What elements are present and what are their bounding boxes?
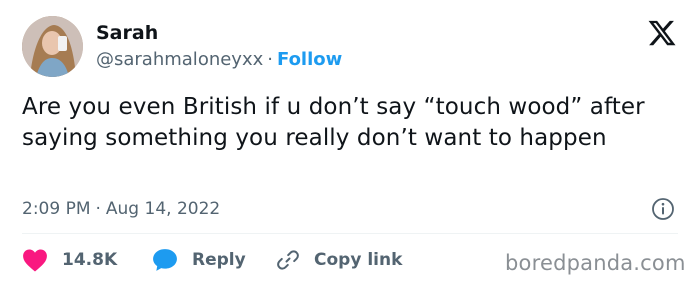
tweet-timestamp[interactable]: 2:09 PM · Aug 14, 2022 bbox=[22, 198, 220, 220]
copy-link-button[interactable]: Copy link bbox=[276, 246, 402, 274]
copy-link-label: Copy link bbox=[314, 250, 403, 270]
meta-separator: · bbox=[95, 199, 101, 219]
tweet-text: Are you even British if u don’t say “tou… bbox=[22, 94, 645, 151]
speech-bubble-icon bbox=[153, 249, 177, 271]
avatar-photo bbox=[22, 16, 83, 77]
follow-button[interactable]: Follow bbox=[277, 49, 342, 70]
reply-label: Reply bbox=[192, 250, 246, 270]
x-logo-icon[interactable] bbox=[646, 18, 678, 48]
like-button[interactable]: 14.8K bbox=[22, 246, 117, 274]
handle-row: @sarahmaloneyxx · Follow bbox=[96, 49, 342, 71]
author-handle[interactable]: @sarahmaloneyxx bbox=[96, 49, 263, 70]
avatar[interactable] bbox=[22, 16, 83, 77]
reply-button[interactable]: Reply bbox=[152, 246, 246, 274]
link-icon bbox=[277, 250, 299, 270]
heart-icon bbox=[23, 249, 47, 272]
info-icon[interactable] bbox=[651, 197, 675, 221]
watermark: boredpanda.com bbox=[505, 251, 686, 275]
divider bbox=[22, 233, 678, 234]
like-count: 14.8K bbox=[62, 250, 118, 270]
handle-separator: · bbox=[267, 49, 273, 70]
tweet-card: Sarah @sarahmaloneyxx · Follow Are you eve… bbox=[0, 0, 700, 287]
tweet-time[interactable]: 2:09 PM bbox=[22, 199, 91, 219]
author-name[interactable]: Sarah bbox=[96, 22, 158, 44]
tweet-date[interactable]: Aug 14, 2022 bbox=[106, 199, 220, 219]
